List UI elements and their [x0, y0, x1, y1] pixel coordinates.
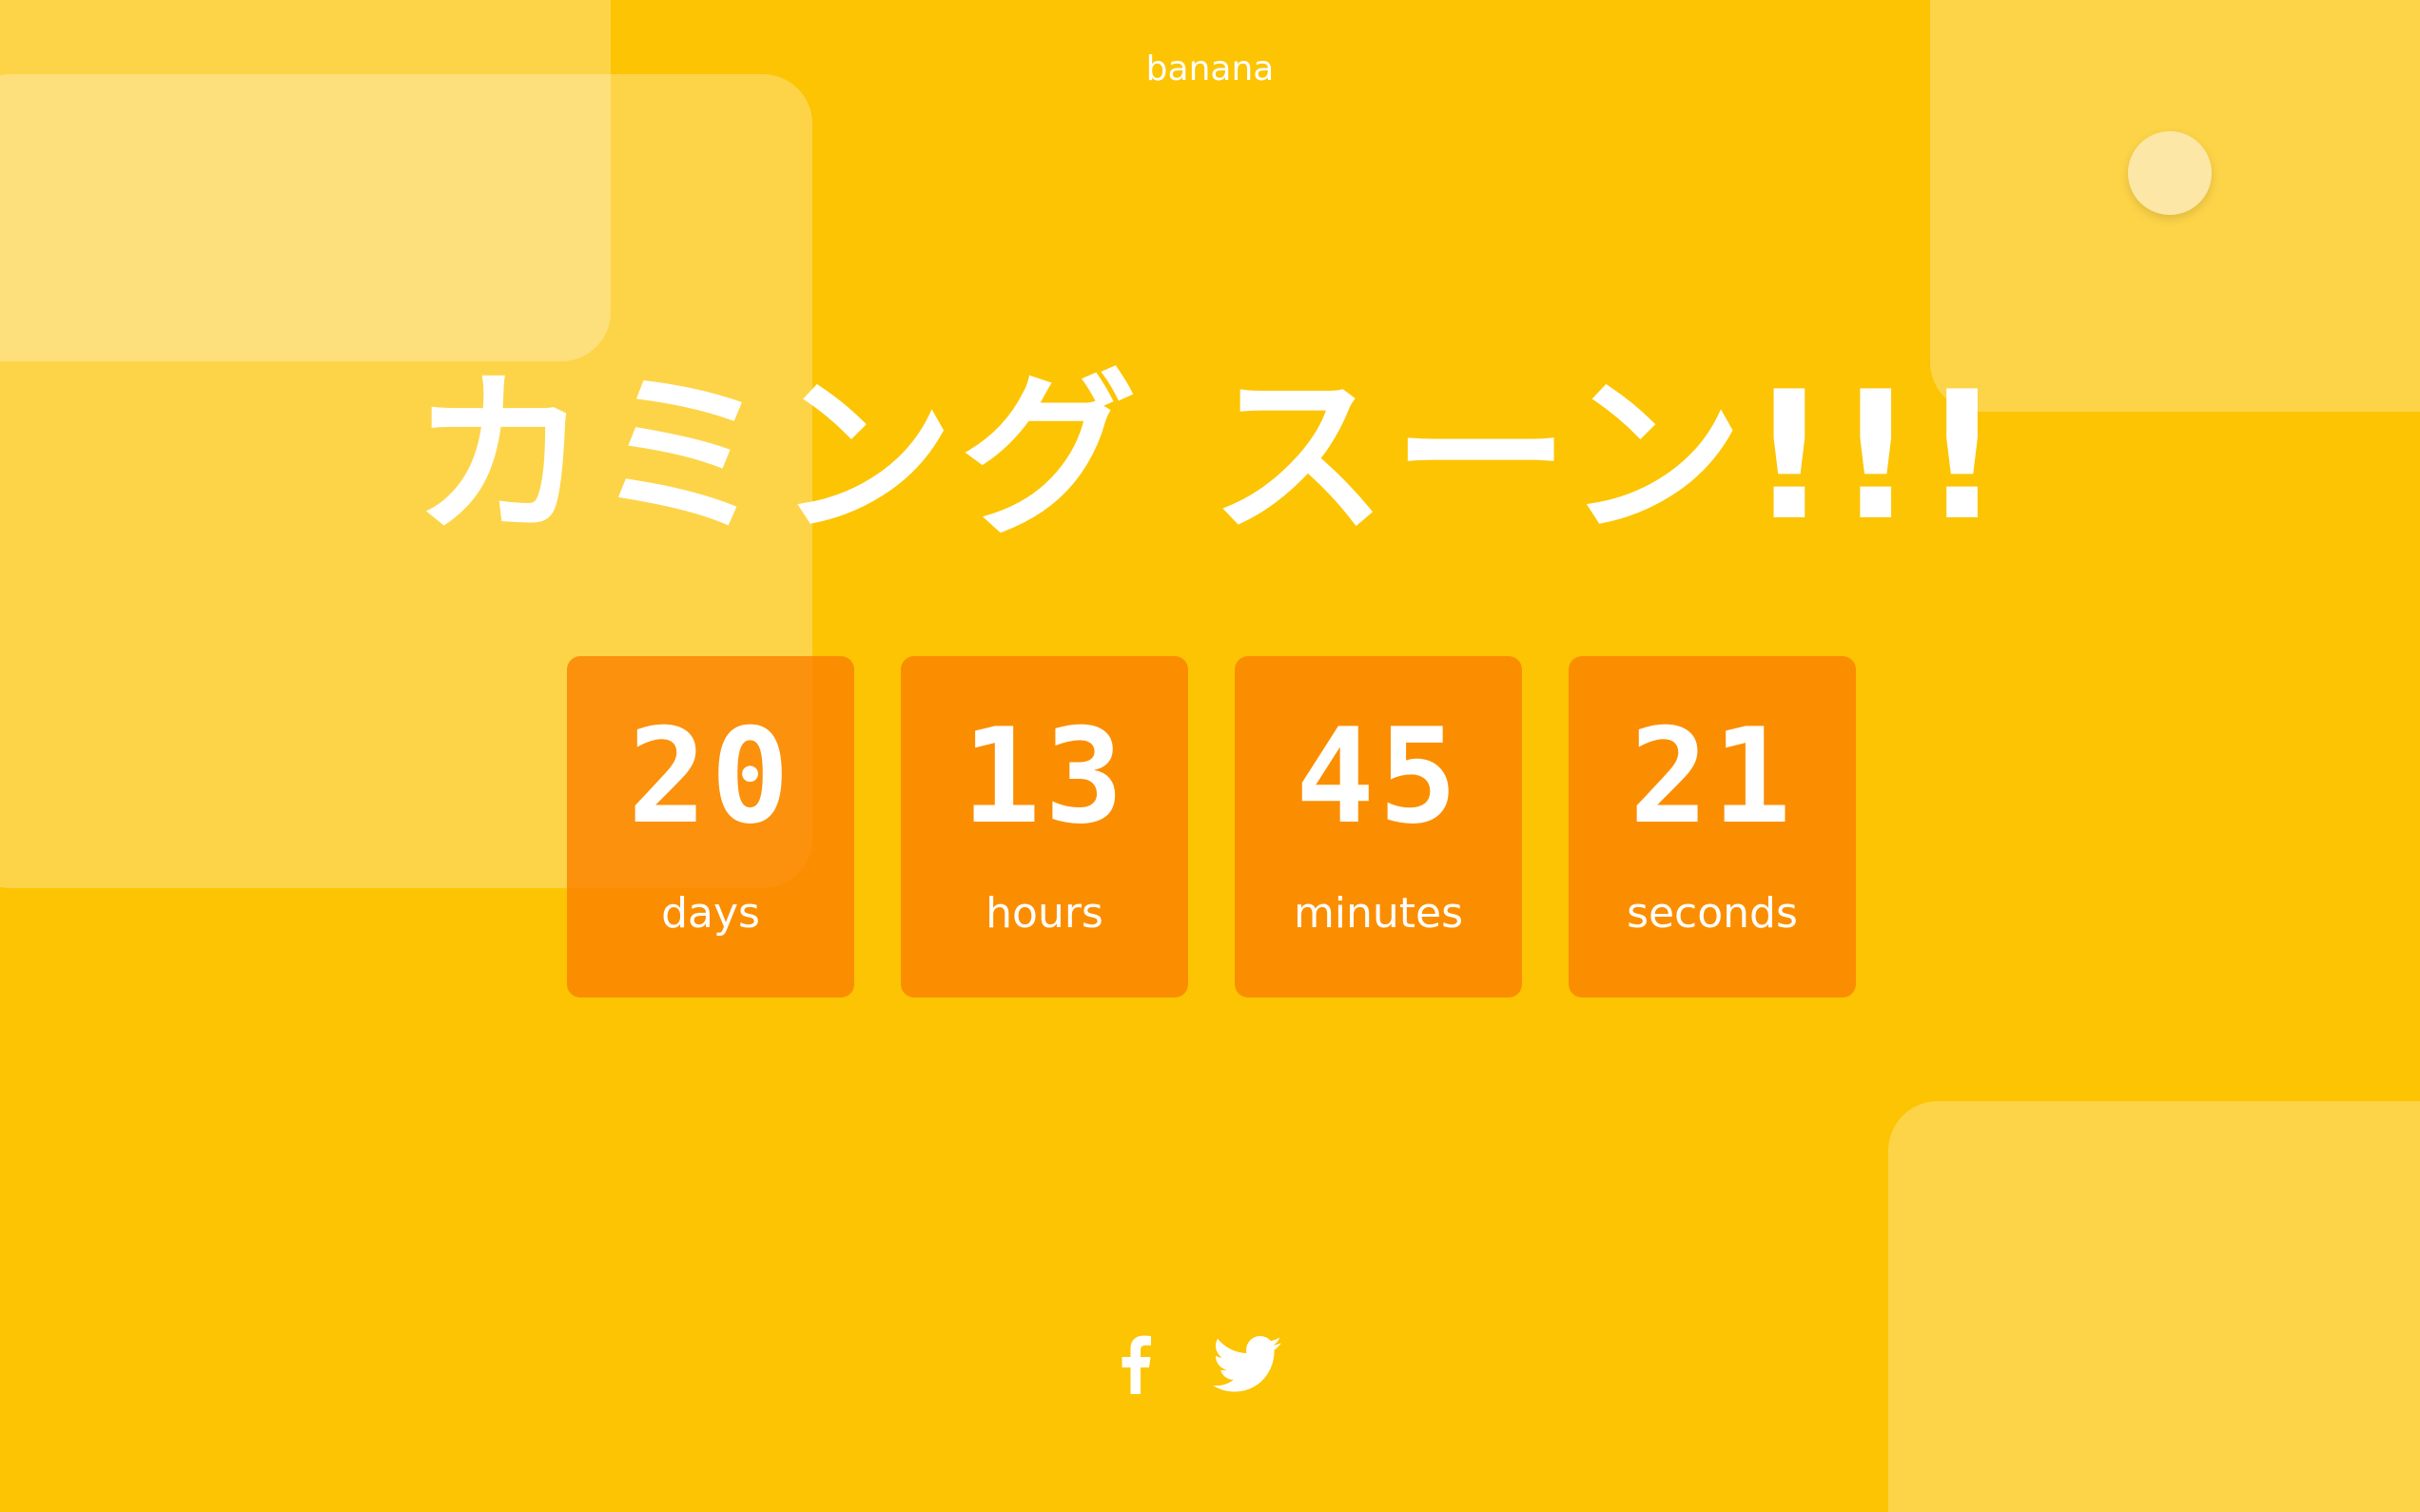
- social-links: [1119, 1335, 1282, 1394]
- countdown-minutes: 45 minutes: [1235, 656, 1522, 998]
- facebook-icon: [1119, 1335, 1153, 1394]
- brand-logo[interactable]: banana: [0, 49, 2420, 88]
- facebook-link[interactable]: [1119, 1335, 1153, 1394]
- countdown-hours: 13 hours: [901, 656, 1188, 998]
- page-title: カミング スーン!!!: [412, 353, 2008, 559]
- twitter-icon: [1212, 1336, 1282, 1393]
- decorative-dot: [2128, 131, 2212, 215]
- twitter-link[interactable]: [1212, 1336, 1282, 1393]
- countdown-hours-label: hours: [986, 889, 1103, 938]
- countdown-seconds-value: 21: [1629, 700, 1796, 853]
- countdown-seconds: 21 seconds: [1569, 656, 1856, 998]
- countdown-days: 20 days: [567, 656, 854, 998]
- countdown-minutes-label: minutes: [1293, 889, 1464, 938]
- countdown-days-value: 20: [627, 700, 794, 853]
- decorative-panel-bottom-right: [1888, 1101, 2420, 1512]
- countdown: 20 days 13 hours 45 minutes 21 seconds: [567, 656, 1856, 998]
- countdown-minutes-value: 45: [1295, 700, 1462, 853]
- countdown-seconds-label: seconds: [1627, 889, 1798, 938]
- countdown-hours-value: 13: [961, 700, 1128, 853]
- countdown-days-label: days: [661, 889, 760, 938]
